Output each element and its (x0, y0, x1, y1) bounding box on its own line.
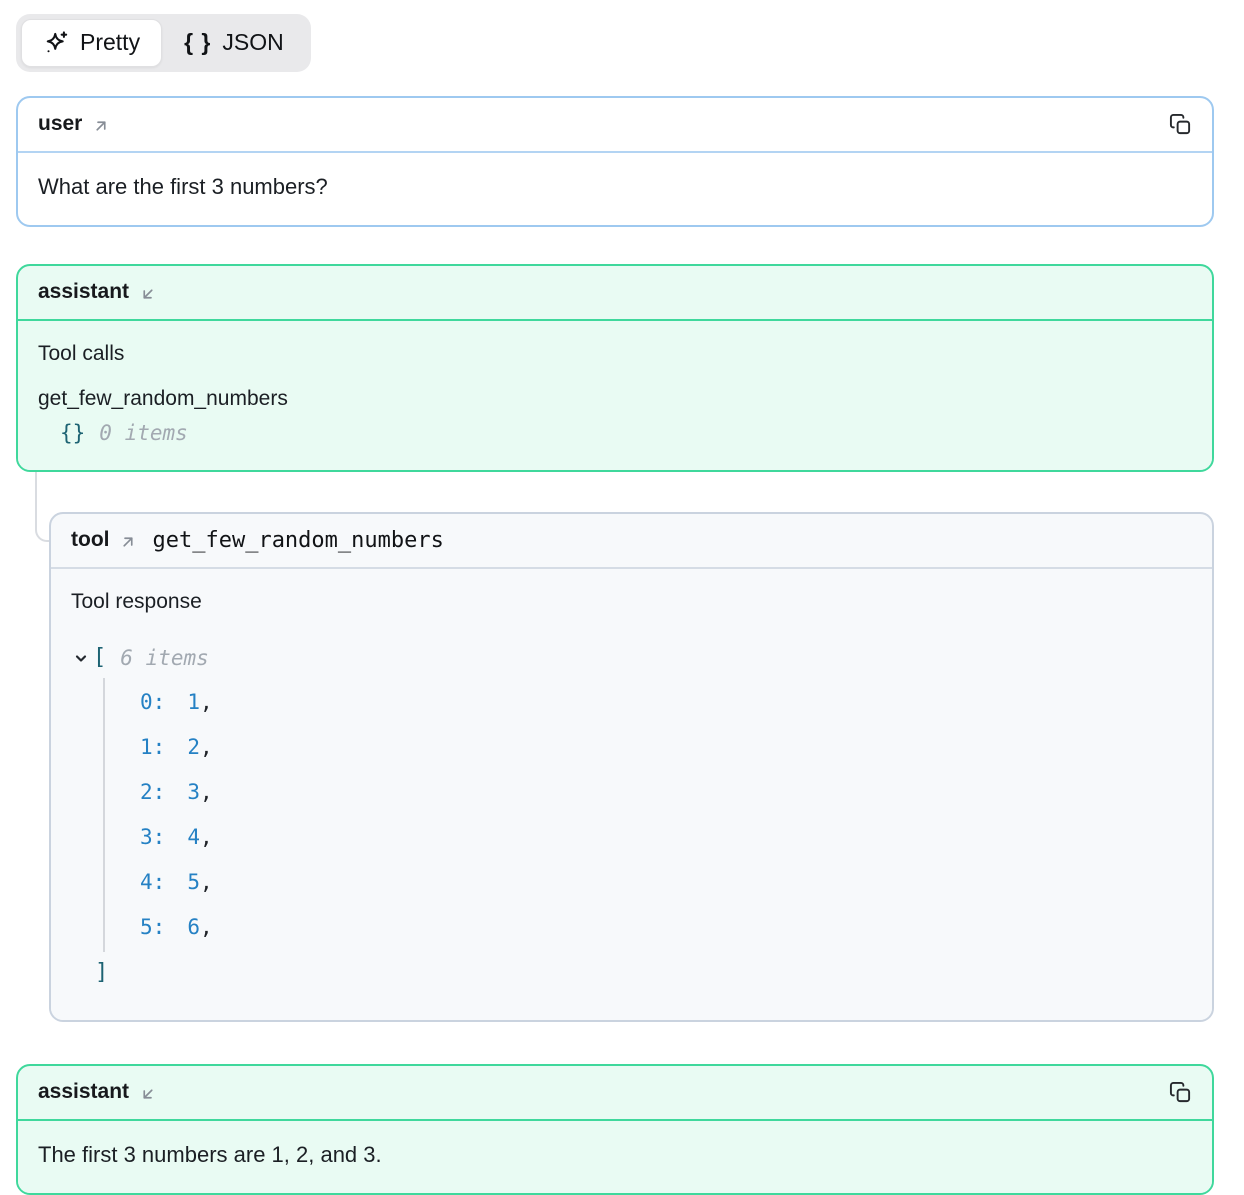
role-label: user (38, 112, 82, 136)
json-array-entries: 0:1, 1:2, 2:3, 3:4, 4:5, 5:6, (103, 678, 1192, 952)
json-array-entry: 4:5, (140, 860, 1192, 905)
close-bracket: ] (95, 960, 108, 985)
tool-response-card: tool get_few_random_numbers Tool respons… (49, 512, 1214, 1022)
args-items-count: 0 items (99, 421, 188, 445)
chevron-down-icon[interactable] (73, 650, 93, 666)
json-array-entry: 1:2, (140, 725, 1192, 770)
curly-braces-icon: { } (184, 28, 211, 58)
tool-response-label: Tool response (71, 590, 1192, 614)
transcript-view: Pretty { } JSON user What are the first (16, 14, 1214, 1195)
tool-response-body: Tool response [ 6 items 0:1, 1:2, (51, 569, 1212, 1020)
tab-pretty[interactable]: Pretty (21, 19, 162, 67)
user-message-text: What are the first 3 numbers? (38, 174, 1192, 200)
tab-json-label: JSON (222, 28, 283, 58)
user-message-card: user What are the first 3 numbers? (16, 96, 1214, 227)
json-tree: [ 6 items 0:1, 1:2, 2:3, 3:4, 4:5, 5:6, … (71, 638, 1192, 992)
json-array-entry: 5:6, (140, 905, 1192, 950)
copy-icon (1169, 1081, 1192, 1104)
tool-calls-label: Tool calls (38, 342, 1192, 366)
assistant-tool-call-card: assistant Tool calls get_few_random_numb… (16, 264, 1214, 472)
tool-call-arguments: {} 0 items (38, 421, 1192, 445)
arrow-down-left-icon (139, 285, 157, 303)
tool-call-name: get_few_random_numbers (38, 387, 1192, 411)
tab-json[interactable]: { } JSON (162, 19, 306, 67)
tool-name: get_few_random_numbers (152, 528, 443, 553)
role-label: assistant (38, 1080, 129, 1104)
assistant-reply-text: The first 3 numbers are 1, 2, and 3. (38, 1142, 1192, 1168)
user-card-header: user (18, 98, 1212, 153)
arrow-up-right-icon (119, 533, 137, 551)
view-toggle: Pretty { } JSON (16, 14, 311, 72)
assistant-reply-header: assistant (18, 1066, 1212, 1121)
copy-button[interactable] (1167, 111, 1194, 138)
sparkles-icon (43, 30, 69, 56)
json-array-entry: 2:3, (140, 770, 1192, 815)
assistant-card-header: assistant (18, 266, 1212, 321)
copy-icon (1169, 113, 1192, 136)
assistant-reply-card: assistant The first 3 numbers are 1, 2, … (16, 1064, 1214, 1195)
json-array-entry: 3:4, (140, 815, 1192, 860)
tool-response-wrap: tool get_few_random_numbers Tool respons… (49, 512, 1214, 1022)
json-array-close: ] (95, 952, 1192, 992)
braces-icon: {} (60, 421, 85, 445)
tool-card-header: tool get_few_random_numbers (51, 514, 1212, 569)
json-array-entry: 0:1, (140, 680, 1192, 725)
assistant-reply-body: The first 3 numbers are 1, 2, and 3. (18, 1121, 1212, 1193)
tab-pretty-label: Pretty (80, 28, 140, 58)
arrow-down-left-icon (139, 1085, 157, 1103)
copy-button[interactable] (1167, 1079, 1194, 1106)
assistant-tool-call-body: Tool calls get_few_random_numbers {} 0 it… (18, 321, 1212, 470)
role-label: tool (71, 528, 109, 552)
user-message-body: What are the first 3 numbers? (18, 153, 1212, 225)
json-array-open: [ 6 items (73, 638, 1192, 678)
connector-line (35, 472, 49, 542)
array-items-count: 6 items (120, 646, 209, 670)
arrow-up-right-icon (92, 117, 110, 135)
role-label: assistant (38, 280, 129, 304)
open-bracket: [ (93, 645, 106, 670)
